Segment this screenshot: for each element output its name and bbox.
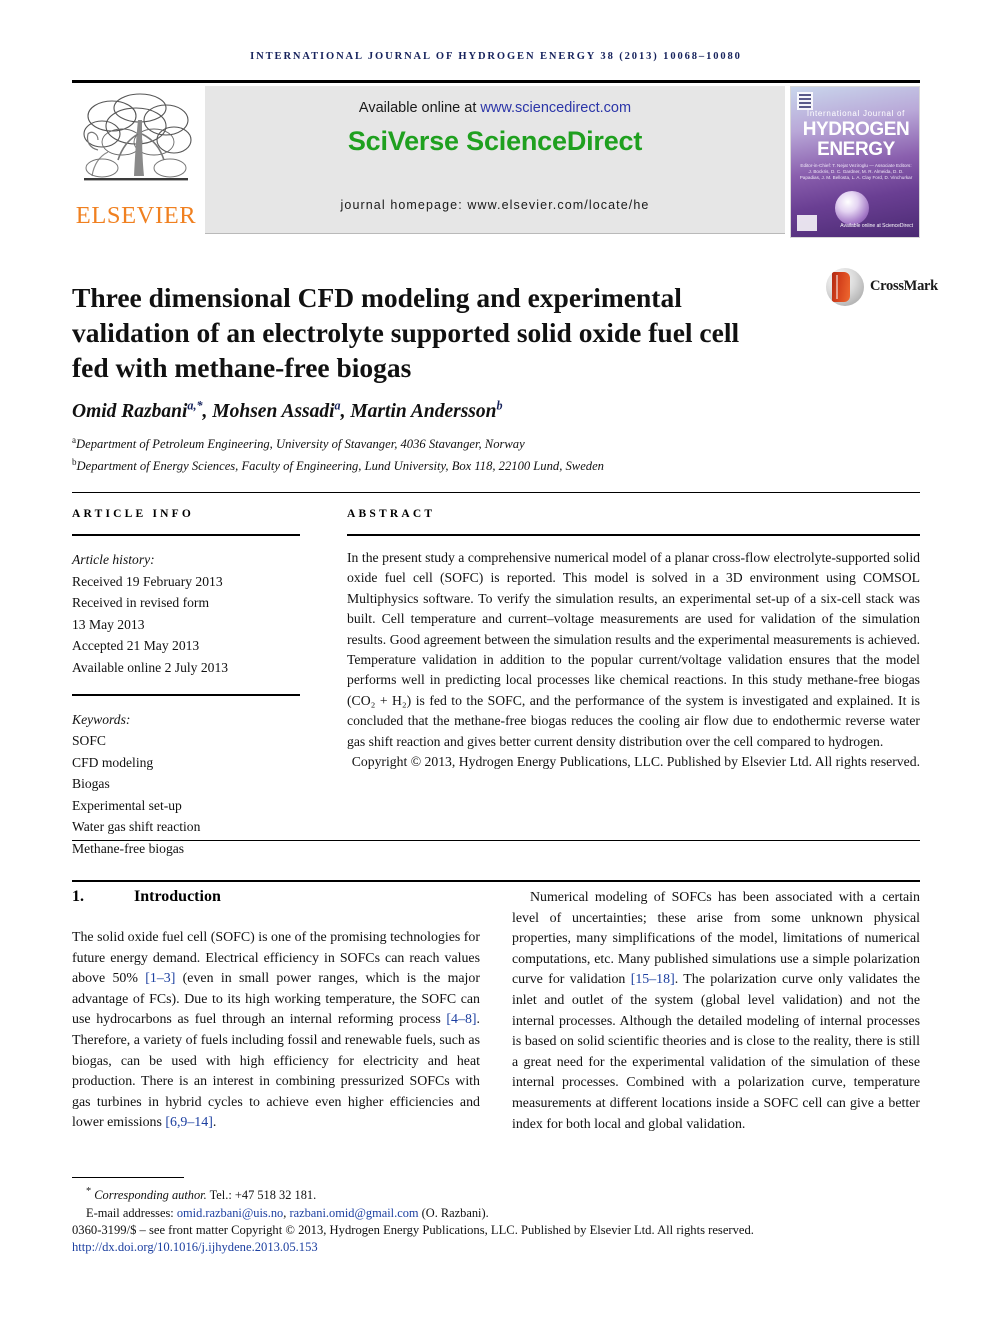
email-link-1[interactable]: omid.razbani@uis.no <box>177 1206 283 1220</box>
sciencedirect-band: Available online at www.sciencedirect.co… <box>205 86 785 234</box>
footnote-rule <box>72 1177 184 1179</box>
intro-text-4: . <box>212 1115 217 1131</box>
running-head-text: international journal of hydrogen energy… <box>250 51 742 62</box>
email-attribution: (O. Razbani). <box>418 1205 489 1220</box>
affiliations: aDepartment of Petroleum Engineering, Un… <box>72 432 872 475</box>
section-heading-introduction: 1. Introduction <box>72 888 480 906</box>
citation-ref-1-3[interactable]: [1–3] <box>145 971 175 986</box>
abstract-body: In the present study a comprehensive num… <box>347 550 920 749</box>
citation-ref-4-8[interactable]: [4–8] <box>446 1012 476 1027</box>
affiliation-a: aDepartment of Petroleum Engineering, Un… <box>72 432 872 454</box>
keyword-item: Experimental set-up <box>72 797 182 813</box>
intro-paragraph-right: Numerical modeling of SOFCs has been ass… <box>512 888 920 1135</box>
elsevier-tree-logo-icon <box>83 93 192 181</box>
keyword-item: Biogas <box>72 776 110 792</box>
info-section-top-rule <box>72 492 920 493</box>
doi-link[interactable]: http://dx.doi.org/10.1016/j.ijhydene.201… <box>72 1240 920 1255</box>
abstract-bottom-rule <box>72 840 920 841</box>
available-online-prefix: Available online at <box>358 100 481 116</box>
article-history-item: Accepted 21 May 2013 <box>72 638 200 653</box>
article-info-rule <box>72 534 300 536</box>
authors-text: Omid Razbania,*, Mohsen Assadia, Martin … <box>72 398 503 422</box>
keyword-item: Water gas shift reaction <box>72 819 201 835</box>
affiliation-b: bDepartment of Energy Sciences, Faculty … <box>72 454 872 476</box>
email-addresses-line: E-mail addresses: omid.razbani@uis.no, r… <box>72 1205 920 1223</box>
crossmark-icon <box>826 268 864 306</box>
corresponding-author-label: Corresponding author. <box>94 1188 207 1203</box>
intro-text-3: . Therefore, a variety of fuels includin… <box>72 1012 480 1131</box>
corresponding-author-line: * Corresponding author. Tel.: +47 518 32… <box>72 1183 920 1205</box>
citation-ref-6-9-14[interactable]: [6,9–14] <box>165 1115 212 1130</box>
corresponding-author-tel: Tel.: +47 518 32 181. <box>206 1188 317 1203</box>
journal-cover-thumbnail[interactable]: International Journal of HYDROGEN ENERGY… <box>790 86 920 238</box>
cover-sphere-graphic <box>835 191 869 225</box>
section-number: 1. <box>72 888 84 905</box>
article-history-item: 13 May 2013 <box>72 616 145 632</box>
article-info-heading: ARTICLE INFO <box>72 508 195 520</box>
article-history-item: Available online 2 July 2013 <box>72 659 229 675</box>
journal-homepage-line[interactable]: journal homepage: www.elsevier.com/locat… <box>205 198 785 212</box>
running-head: international journal of hydrogen energy… <box>72 50 920 62</box>
cover-footer-mark-icon <box>797 215 817 231</box>
cover-title-line-1: HYDROGEN <box>802 119 910 140</box>
journal-masthead: ELSEVIER Available online at www.science… <box>72 86 920 238</box>
body-top-rule <box>72 880 920 882</box>
body-column-right: Numerical modeling of SOFCs has been ass… <box>512 888 920 1135</box>
email-label: E-mail addresses: <box>86 1205 177 1220</box>
cover-kicker: International Journal of <box>806 109 906 118</box>
cover-title-line-2: ENERGY <box>817 139 895 160</box>
affiliation-a-text: Department of Petroleum Engineering, Uni… <box>76 437 525 452</box>
section-title: Introduction <box>134 888 221 905</box>
cover-elsevier-mark-icon <box>797 92 813 110</box>
keyword-item: CFD modeling <box>72 754 154 770</box>
corresponding-marker: * <box>86 1186 92 1197</box>
abstract-heading: ABSTRACT <box>347 508 436 520</box>
body-column-left: 1. Introduction The solid oxide fuel cell… <box>72 888 480 1134</box>
affiliation-b-text: Department of Energy Sciences, Faculty o… <box>76 458 604 473</box>
abstract-column: ABSTRACT In the present study a comprehe… <box>347 508 920 772</box>
issn-copyright-line: 0360-3199/$ – see front matter Copyright… <box>72 1223 754 1237</box>
author-list: Omid Razbania,*, Mohsen Assadia, Martin … <box>72 398 852 423</box>
crossmark-badge[interactable]: CrossMark <box>826 266 938 312</box>
intro-paragraph-left: The solid oxide fuel cell (SOFC) is one … <box>72 928 480 1134</box>
abstract-copyright: Copyright © 2013, Hydrogen Energy Public… <box>351 754 920 770</box>
article-info-column: ARTICLE INFO Article history: Received 1… <box>72 508 310 859</box>
sciencedirect-wordmark: SciVerse ScienceDirect <box>347 126 643 156</box>
elsevier-wordmark: ELSEVIER <box>75 202 197 229</box>
abstract-rule <box>347 534 920 536</box>
crossmark-label: CrossMark <box>870 278 938 294</box>
email-link-2[interactable]: razbani.omid@gmail.com <box>289 1206 418 1220</box>
article-history-block: Article history: Received 19 February 20… <box>72 549 310 678</box>
header-divider <box>72 80 920 83</box>
article-page: international journal of hydrogen energy… <box>0 0 992 1323</box>
article-history-item: Received in revised form <box>72 595 210 610</box>
cover-editors: Editor-in-Chief: T. Nejat Veziroglu — As… <box>799 163 913 180</box>
article-history-item: Received 19 February 2013 <box>72 573 223 589</box>
page-title: Three dimensional CFD modeling and exper… <box>72 282 740 384</box>
available-online-line: Available online at www.sciencedirect.co… <box>205 100 785 116</box>
keywords-rule <box>72 694 300 696</box>
citation-ref-15-18[interactable]: [15–18] <box>631 972 675 987</box>
elsevier-logo: ELSEVIER <box>72 86 200 238</box>
footnote-block: * Corresponding author. Tel.: +47 518 32… <box>72 1183 920 1222</box>
sciencedirect-url-link[interactable]: www.sciencedirect.com <box>480 100 631 116</box>
keyword-item: SOFC <box>72 733 107 749</box>
cover-sciencedirect-mark: Available online at ScienceDirect <box>840 223 913 229</box>
intro-right-text-2: . The polarization curve only validates … <box>512 972 920 1132</box>
keywords-block: Keywords: SOFC CFD modeling Biogas Exper… <box>72 709 310 860</box>
keywords-label: Keywords: <box>72 711 131 727</box>
article-history-label: Article history: <box>72 552 155 567</box>
crossmark-book-icon <box>832 272 850 302</box>
